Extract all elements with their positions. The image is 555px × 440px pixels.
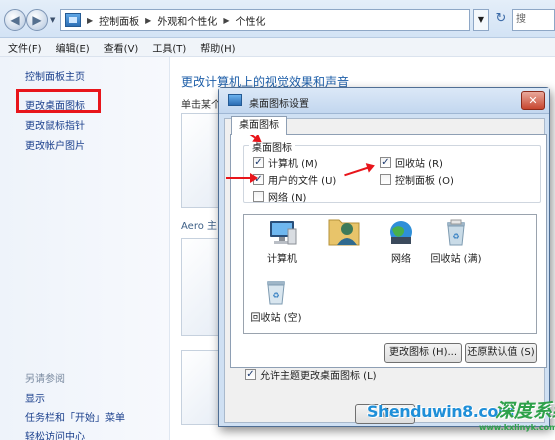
menu-file[interactable]: 文件(F) [8,40,42,55]
list-item[interactable]: 计算机 [254,219,310,265]
checkbox-user-files[interactable]: ✓ 用户的文件 (U) [253,172,336,187]
desktop-icon-settings-dialog: 桌面图标设置 ✕ 桌面图标 桌面图标 ✓ 计算机 (M) ✓ 用户的文件 (U)… [218,87,550,427]
checkbox-label: 网络 (N) [268,193,307,204]
icon-label: 回收站 (空) [250,313,302,324]
checkbox-unchecked-icon [380,174,391,185]
svg-text:♻: ♻ [272,291,279,300]
search-input[interactable]: 搜 [512,9,555,31]
link-taskbar-start-menu[interactable]: 任务栏和「开始」菜单 [25,409,125,424]
user-folder-icon [328,219,360,246]
checkbox-network[interactable]: 网络 (N) [253,189,306,204]
menu-view[interactable]: 查看(V) [104,40,139,55]
list-item[interactable]: ♻ 回收站 (空) [248,278,304,324]
checkbox-label: 允许主题更改桌面图标 (L) [260,371,377,382]
icon-label: 计算机 [267,254,297,265]
watermark-brand: 深度系统 [495,400,555,422]
annotation-arrow [226,173,258,183]
checkbox-computer[interactable]: ✓ 计算机 (M) [253,155,318,170]
breadcrumb-appearance[interactable]: 外观和个性化 [157,13,217,28]
checkbox-label: 用户的文件 (U) [268,176,337,187]
control-panel-icon [65,13,81,27]
icon-label: 网络 [391,254,411,265]
menu-tools[interactable]: 工具(T) [152,40,186,55]
menu-bar: 文件(F) 编辑(E) 查看(V) 工具(T) 帮助(H) [0,38,555,57]
close-button[interactable]: ✕ [521,91,545,110]
list-item[interactable] [316,211,372,249]
list-item[interactable]: 网络 [373,219,429,265]
chevron-right-icon: ▶ [145,15,152,25]
checkbox-checked-icon: ✓ [245,369,256,380]
theme-thumbnail[interactable] [181,350,221,425]
forward-icon[interactable]: ▶ [26,9,48,31]
menu-edit[interactable]: 编辑(E) [56,40,90,55]
link-change-account-picture[interactable]: 更改帐户图片 [25,137,85,152]
checkbox-label: 回收站 (R) [395,159,443,170]
history-dropdown-icon[interactable]: ▼ [50,16,55,24]
link-control-panel-home[interactable]: 控制面板主页 [25,68,85,83]
highlight-box [16,89,101,113]
watermark-url: www.kxlinyk.com [479,423,555,432]
chevron-right-icon: ▶ [223,15,230,25]
checkbox-unchecked-icon [253,191,264,202]
dialog-title: 桌面图标设置 [249,99,309,110]
recycle-bin-full-icon: ♻ [447,219,465,246]
refresh-icon[interactable]: ↻ [492,9,510,31]
icon-list[interactable]: 计算机 网络 ♻ 回收站 (满) ♻ 回收站 (空) [243,214,537,334]
page-subtitle: 单击某个 [181,100,221,111]
link-ease-of-access[interactable]: 轻松访问中心 [25,428,85,440]
list-item[interactable]: ♻ 回收站 (满) [428,219,484,265]
menu-help[interactable]: 帮助(H) [200,40,235,55]
watermark: Shenduwin8.com 深度系统 www.kxlinyk.com [367,396,555,440]
breadcrumb-personalization[interactable]: 个性化 [235,13,265,28]
svg-text:♻: ♻ [452,232,459,241]
address-dropdown-icon[interactable]: ▼ [473,9,489,31]
restore-default-button[interactable]: 还原默认值 (S) [465,343,537,363]
watermark-logo: Shenduwin8.com [367,402,515,421]
link-change-mouse-pointers[interactable]: 更改鼠标指针 [25,117,85,132]
breadcrumb-control-panel[interactable]: 控制面板 [99,13,139,28]
checkbox-allow-themes[interactable]: ✓ 允许主题更改桌面图标 (L) [245,367,377,382]
chevron-right-icon: ▶ [87,15,94,25]
dialog-titlebar: 桌面图标设置 ✕ [219,88,549,114]
theme-thumbnail[interactable] [181,238,221,336]
checkbox-checked-icon: ✓ [253,157,264,168]
network-icon [390,221,412,244]
address-field[interactable]: ▶ 控制面板 ▶ 外观和个性化 ▶ 个性化 [60,9,470,31]
back-icon[interactable]: ◀ [4,9,26,31]
checkbox-checked-icon: ✓ [380,157,391,168]
tab-desktop-icons[interactable]: 桌面图标 [231,116,287,135]
change-icon-button[interactable]: 更改图标 (H)... [384,343,462,363]
aero-themes-heading: Aero 主 [181,221,218,232]
checkbox-recycle-bin[interactable]: ✓ 回收站 (R) [380,155,443,170]
address-bar: ◀ ▶ ▼ ▶ 控制面板 ▶ 外观和个性化 ▶ 个性化 ▼ ↻ 搜 [0,0,555,38]
recycle-bin-empty-icon: ♻ [267,281,285,305]
checkbox-label: 计算机 (M) [268,159,318,170]
icon-label: 回收站 (满) [430,254,482,265]
checkbox-label: 控制面板 (O) [395,176,454,187]
link-display[interactable]: 显示 [25,390,45,405]
theme-thumbnail[interactable]: 未 [181,113,228,208]
see-also-heading: 另请参阅 [25,374,65,385]
checkbox-control-panel[interactable]: 控制面板 (O) [380,172,454,187]
computer-icon [270,221,297,245]
monitor-icon [228,94,242,106]
